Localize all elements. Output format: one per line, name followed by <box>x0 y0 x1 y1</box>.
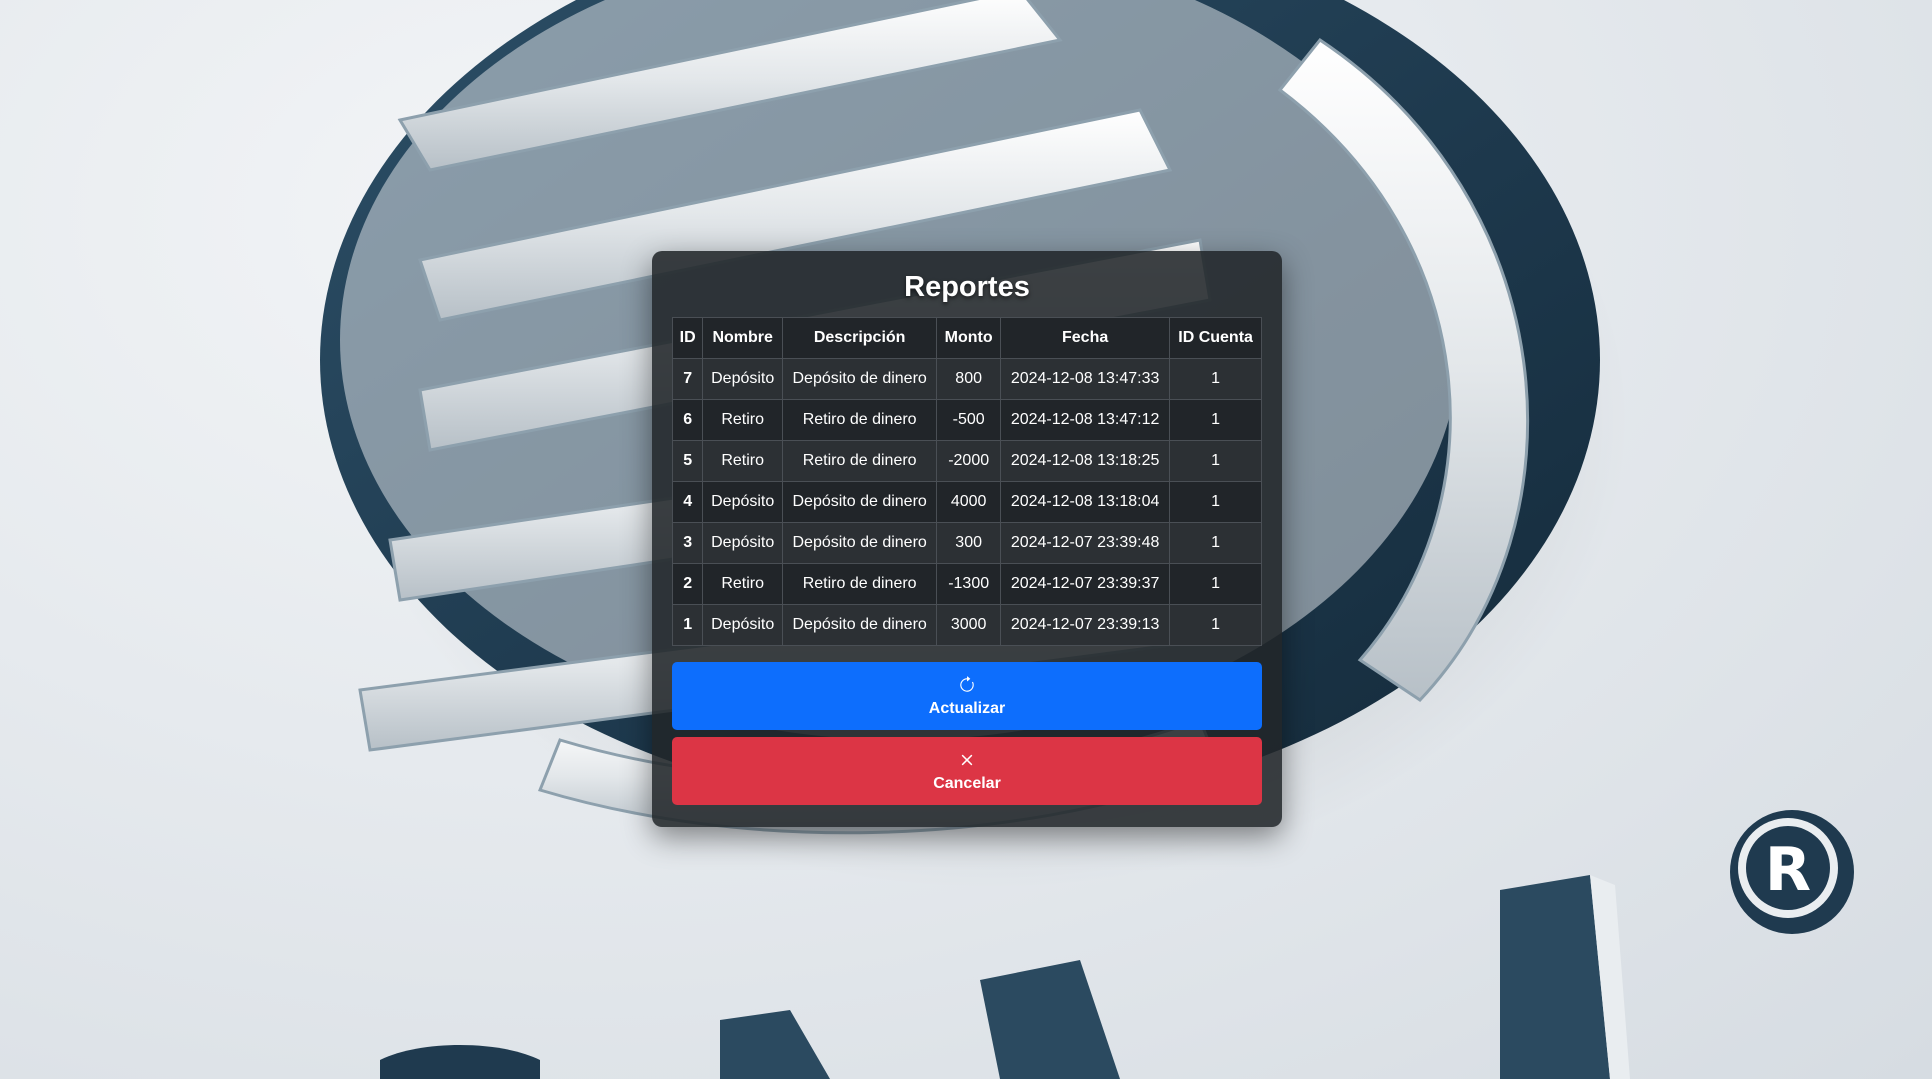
cell-monto: -1300 <box>936 563 1002 605</box>
cell-monto: 800 <box>936 358 1002 400</box>
cell-id-cuenta: 1 <box>1169 440 1262 482</box>
cell-monto: 3000 <box>936 604 1002 646</box>
cell-id-cuenta: 1 <box>1169 604 1262 646</box>
table-row: 1 Depósito Depósito de dinero 3000 2024-… <box>671 604 1262 646</box>
reports-modal: Reportes ID Nombre Descripción Monto Fec… <box>652 251 1282 827</box>
modal-title: Reportes <box>904 271 1030 303</box>
cell-nombre: Retiro <box>702 563 784 605</box>
cell-nombre: Depósito <box>702 481 784 523</box>
cell-descripcion: Depósito de dinero <box>782 358 938 400</box>
cell-id: 6 <box>671 399 704 441</box>
cell-id: 7 <box>671 358 704 400</box>
table-header-row: ID Nombre Descripción Monto Fecha ID Cue… <box>671 317 1262 359</box>
registered-mark-letter: R <box>1765 835 1811 905</box>
table-row: 7 Depósito Depósito de dinero 800 2024-1… <box>671 358 1262 400</box>
reports-table: ID Nombre Descripción Monto Fecha ID Cue… <box>671 317 1262 646</box>
cell-monto: 300 <box>936 522 1002 564</box>
cell-fecha: 2024-12-08 13:47:33 <box>1000 358 1171 400</box>
cell-id-cuenta: 1 <box>1169 563 1262 605</box>
cell-fecha: 2024-12-08 13:47:12 <box>1000 399 1171 441</box>
cell-id-cuenta: 1 <box>1169 481 1262 523</box>
cell-fecha: 2024-12-07 23:39:13 <box>1000 604 1171 646</box>
cell-id: 5 <box>671 440 704 482</box>
column-header-id-cuenta: ID Cuenta <box>1169 317 1262 359</box>
cell-descripcion: Depósito de dinero <box>782 604 938 646</box>
app-root: R Reportes ID Nombre Descripción Monto F… <box>0 0 1932 1079</box>
cell-id: 2 <box>671 563 704 605</box>
cell-fecha: 2024-12-07 23:39:37 <box>1000 563 1171 605</box>
close-icon <box>960 749 974 771</box>
cell-descripcion: Depósito de dinero <box>782 522 938 564</box>
refresh-button[interactable]: Actualizar <box>672 662 1262 730</box>
cell-monto: -500 <box>936 399 1002 441</box>
cell-nombre: Retiro <box>702 399 784 441</box>
table-row: 6 Retiro Retiro de dinero -500 2024-12-0… <box>671 399 1262 441</box>
table-body: 7 Depósito Depósito de dinero 800 2024-1… <box>671 358 1262 646</box>
table-row: 2 Retiro Retiro de dinero -1300 2024-12-… <box>671 563 1262 605</box>
cell-nombre: Depósito <box>702 522 784 564</box>
cell-descripcion: Retiro de dinero <box>782 440 938 482</box>
cell-fecha: 2024-12-07 23:39:48 <box>1000 522 1171 564</box>
table-row: 4 Depósito Depósito de dinero 4000 2024-… <box>671 481 1262 523</box>
cell-id-cuenta: 1 <box>1169 522 1262 564</box>
column-header-id: ID <box>671 317 704 359</box>
cell-id: 1 <box>671 604 704 646</box>
column-header-fecha: Fecha <box>1000 317 1171 359</box>
column-header-nombre: Nombre <box>702 317 784 359</box>
cell-id-cuenta: 1 <box>1169 358 1262 400</box>
cell-nombre: Depósito <box>702 358 784 400</box>
column-header-descripcion: Descripción <box>782 317 938 359</box>
cell-monto: -2000 <box>936 440 1002 482</box>
cell-fecha: 2024-12-08 13:18:04 <box>1000 481 1171 523</box>
cell-monto: 4000 <box>936 481 1002 523</box>
cell-id: 3 <box>671 522 704 564</box>
cell-id: 4 <box>671 481 704 523</box>
cell-id-cuenta: 1 <box>1169 399 1262 441</box>
cell-descripcion: Depósito de dinero <box>782 481 938 523</box>
table-header: ID Nombre Descripción Monto Fecha ID Cue… <box>671 317 1262 359</box>
cancel-button-label: Cancelar <box>933 775 1001 792</box>
cell-nombre: Retiro <box>702 440 784 482</box>
column-header-monto: Monto <box>936 317 1002 359</box>
cell-descripcion: Retiro de dinero <box>782 399 938 441</box>
refresh-icon <box>958 674 976 696</box>
cell-nombre: Depósito <box>702 604 784 646</box>
refresh-button-label: Actualizar <box>928 700 1006 717</box>
table-row: 3 Depósito Depósito de dinero 300 2024-1… <box>671 522 1262 564</box>
table-row: 5 Retiro Retiro de dinero -2000 2024-12-… <box>671 440 1262 482</box>
cell-fecha: 2024-12-08 13:18:25 <box>1000 440 1171 482</box>
cancel-button[interactable]: Cancelar <box>672 737 1262 805</box>
cell-descripcion: Retiro de dinero <box>782 563 938 605</box>
